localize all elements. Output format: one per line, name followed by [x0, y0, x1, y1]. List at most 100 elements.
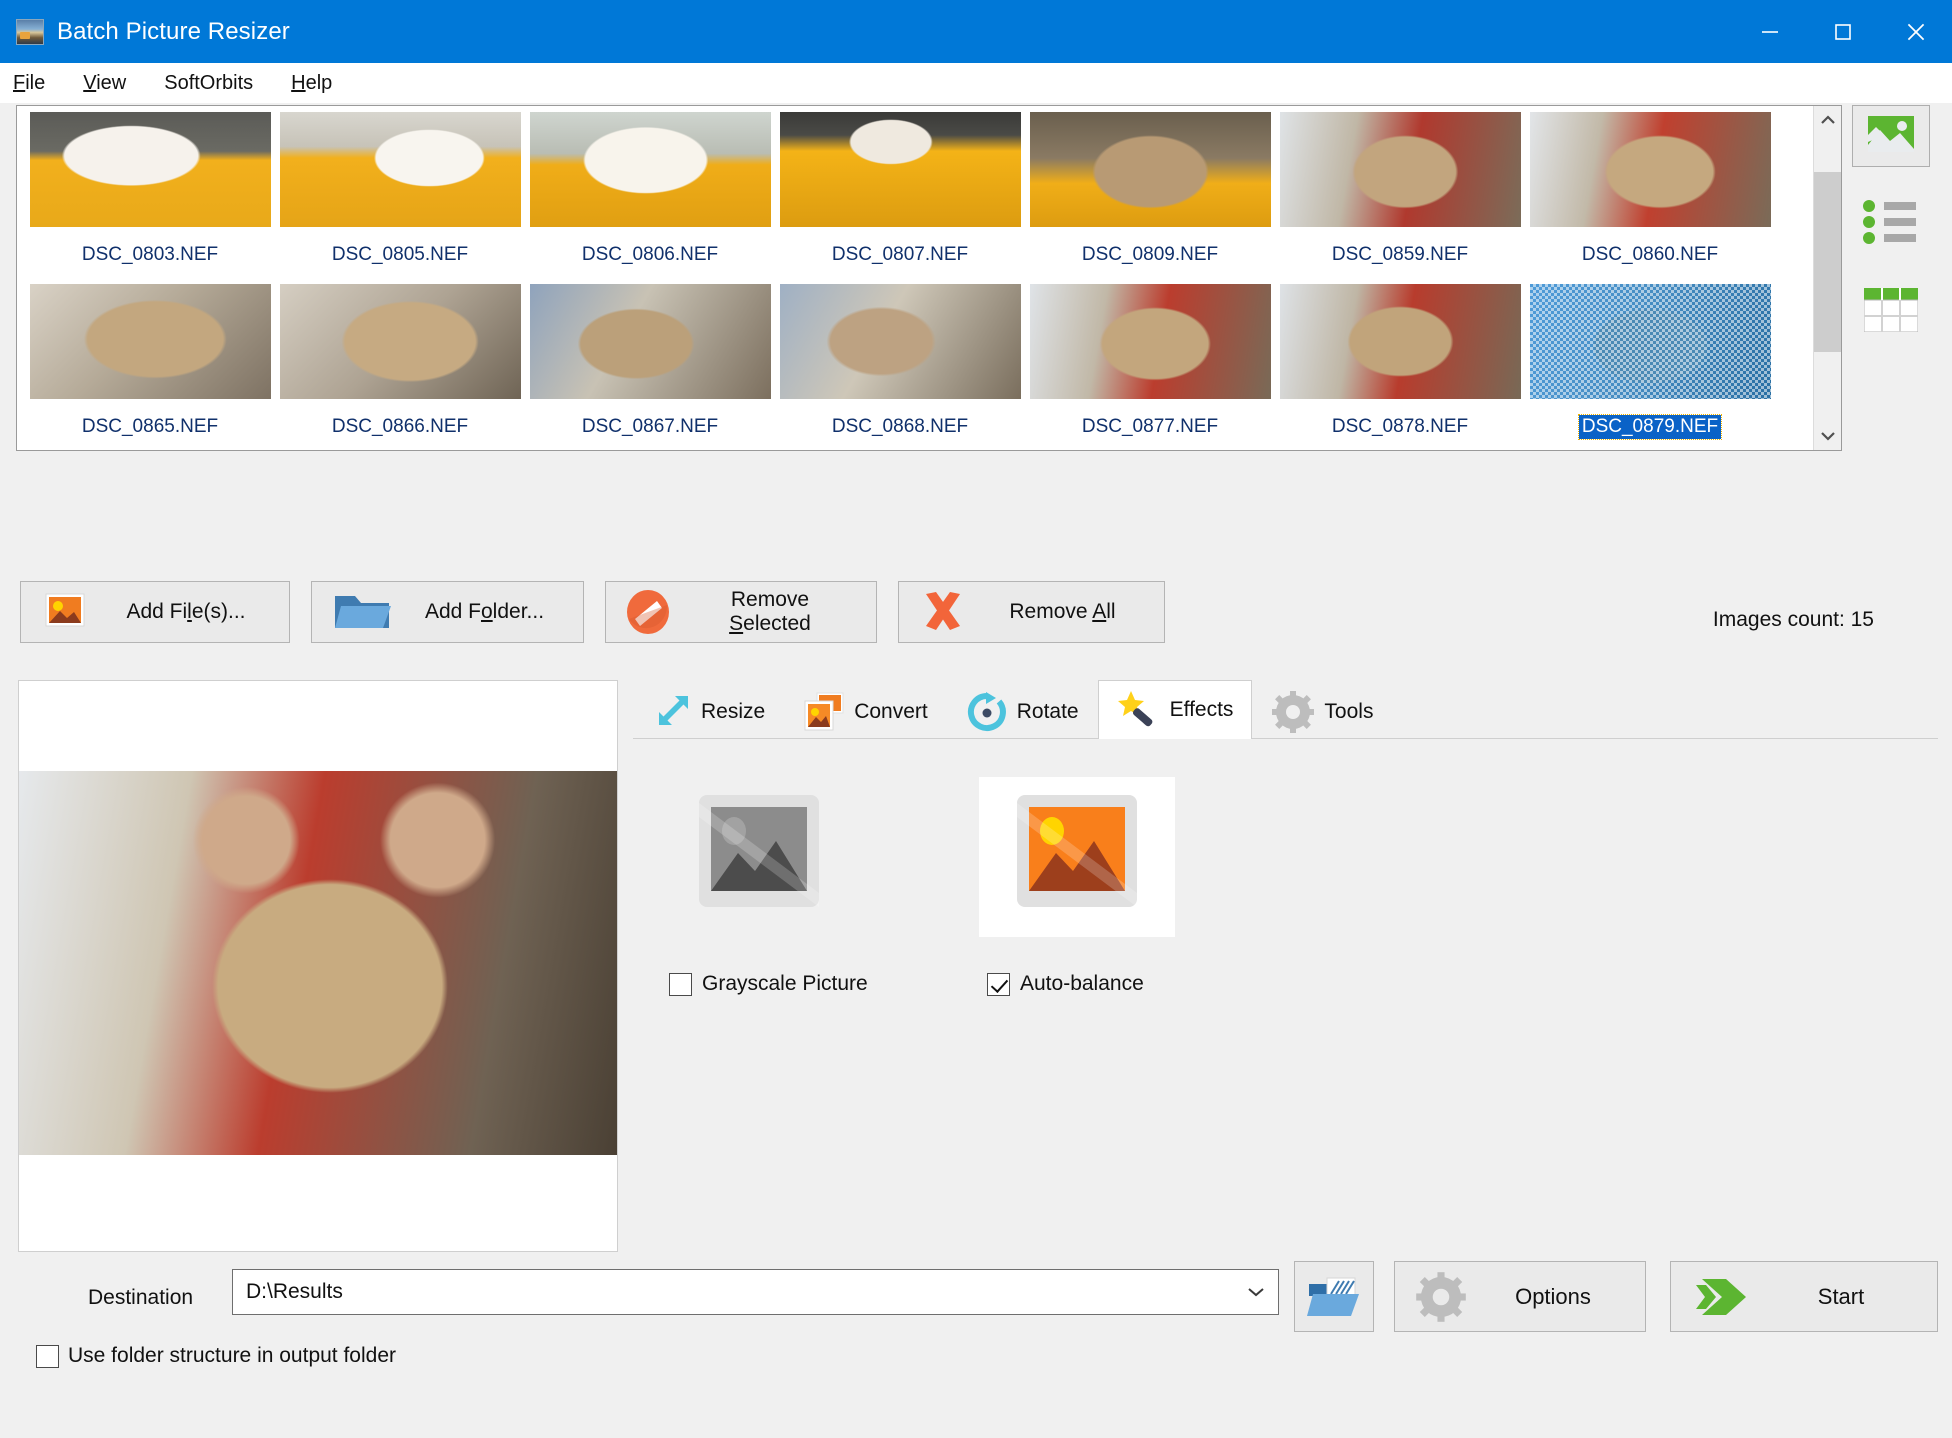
thumbnail-image	[779, 284, 1021, 399]
resize-arrows-icon	[652, 692, 692, 732]
thumbnail-image	[279, 284, 521, 399]
thumbnail-item[interactable]: DSC_0865.NEF	[25, 284, 275, 450]
file-actions-toolbar: Add File(s)... Add Folder... Remove Sele…	[20, 581, 1165, 643]
menu-view[interactable]: View	[83, 69, 144, 98]
thumbnail-image	[29, 284, 271, 399]
remove-all-button[interactable]: Remove All	[898, 581, 1165, 643]
scrollbar-track[interactable]	[1814, 134, 1841, 422]
magic-wand-icon	[1117, 689, 1161, 731]
thumbnail-item-selected[interactable]: DSC_0879.NEF	[1525, 284, 1775, 450]
grayscale-checkbox[interactable]	[669, 972, 692, 996]
thumbnail-list[interactable]: DSC_0803.NEF DSC_0805.NEF DSC_0806.NEF D…	[16, 105, 1842, 451]
list-view-button[interactable]	[1852, 193, 1930, 255]
thumbnail-image	[1529, 112, 1771, 227]
title-bar: Batch Picture Resizer	[0, 0, 1952, 63]
tab-tools[interactable]: Tools	[1252, 683, 1392, 739]
thumbnail-label: DSC_0860.NEF	[1581, 244, 1719, 265]
add-image-icon	[21, 592, 109, 632]
window-title: Batch Picture Resizer	[57, 17, 290, 45]
effect-grayscale[interactable]: Grayscale Picture	[661, 777, 868, 996]
gear-icon	[1395, 1271, 1487, 1322]
tab-resize[interactable]: Resize	[633, 683, 784, 739]
maximize-button[interactable]	[1806, 0, 1879, 63]
tab-convert[interactable]: Convert	[784, 683, 947, 739]
thumbnail-label: DSC_0806.NEF	[581, 244, 719, 265]
effects-tab-content: Grayscale Picture Auto-balance	[633, 738, 1938, 1252]
thumbnail-item[interactable]: DSC_0878.NEF	[1275, 284, 1525, 450]
start-label: Start	[1817, 1283, 1865, 1309]
chevron-down-icon[interactable]	[1234, 1286, 1278, 1298]
thumbnail-item[interactable]: DSC_0805.NEF	[275, 112, 525, 284]
settings-tab-panel: Resize Convert Rotate Effects Tools Gray…	[633, 680, 1938, 1252]
list-icon	[1862, 199, 1920, 250]
thumbnail-scrollbar[interactable]	[1813, 106, 1841, 450]
scrollbar-thumb[interactable]	[1814, 172, 1841, 352]
tab-rotate-label: Rotate	[1016, 699, 1079, 723]
scroll-down-button[interactable]	[1814, 422, 1841, 450]
thumbnail-label: DSC_0878.NEF	[1331, 416, 1469, 437]
options-button[interactable]: Options	[1394, 1261, 1646, 1332]
autobalance-label: Auto-balance	[1020, 972, 1144, 995]
details-view-button[interactable]	[1852, 281, 1930, 343]
close-button[interactable]	[1879, 0, 1952, 63]
destination-value[interactable]: D:\Results	[233, 1280, 1234, 1304]
scroll-up-button[interactable]	[1814, 106, 1841, 134]
thumbnail-image	[779, 112, 1021, 227]
menu-softorbits[interactable]: SoftOrbits	[164, 69, 271, 98]
grayscale-photo-icon	[691, 789, 827, 926]
add-folder-label: Add Folder...	[424, 600, 545, 623]
red-x-icon	[899, 589, 987, 635]
thumbnail-label: DSC_0805.NEF	[331, 244, 469, 265]
tab-tools-label: Tools	[1324, 699, 1374, 723]
destination-label: Destination	[88, 1286, 194, 1309]
start-button[interactable]: Start	[1670, 1261, 1938, 1332]
remove-all-label: Remove All	[1009, 600, 1116, 623]
thumbnail-image	[1529, 284, 1771, 399]
thumbnail-label: DSC_0859.NEF	[1331, 244, 1469, 265]
tab-rotate[interactable]: Rotate	[947, 683, 1098, 739]
autobalance-checkbox[interactable]	[987, 972, 1010, 996]
menu-help[interactable]: Help	[291, 69, 350, 98]
thumbnail-label: DSC_0807.NEF	[831, 244, 969, 265]
thumbnail-item[interactable]: DSC_0860.NEF	[1525, 112, 1775, 284]
color-photo-icon	[1009, 789, 1145, 926]
add-files-label: Add File(s)...	[126, 600, 246, 623]
use-folder-structure-label: Use folder structure in output folder	[68, 1344, 397, 1367]
remove-selected-button[interactable]: Remove Selected	[605, 581, 877, 643]
tab-effects[interactable]: Effects	[1097, 680, 1253, 739]
menu-file[interactable]: File	[13, 69, 63, 98]
options-label: Options	[1515, 1283, 1591, 1309]
thumbnail-label: DSC_0868.NEF	[831, 416, 969, 437]
add-files-button[interactable]: Add File(s)...	[20, 581, 290, 643]
tab-resize-label: Resize	[701, 699, 766, 723]
thumbnail-item[interactable]: DSC_0806.NEF	[525, 112, 775, 284]
thumbnail-image	[529, 112, 771, 227]
autobalance-preview-card[interactable]	[979, 777, 1175, 937]
remove-selected-label: Remove Selected	[729, 588, 811, 635]
preview-panel	[18, 680, 618, 1252]
green-arrow-icon	[1671, 1275, 1771, 1319]
minimize-button[interactable]	[1733, 0, 1806, 63]
grayscale-preview-card[interactable]	[661, 777, 857, 937]
thumbnail-item[interactable]: DSC_0877.NEF	[1025, 284, 1275, 450]
thumbnail-image	[529, 284, 771, 399]
thumbnail-item[interactable]: DSC_0807.NEF	[775, 112, 1025, 284]
thumbnail-item[interactable]: DSC_0859.NEF	[1275, 112, 1525, 284]
destination-combo[interactable]: D:\Results	[232, 1269, 1279, 1315]
gear-icon	[1271, 690, 1315, 733]
images-count-label: Images count: 15	[1712, 608, 1874, 631]
thumbnail-image	[1029, 112, 1271, 227]
thumbnail-view-button[interactable]	[1852, 105, 1930, 167]
browse-destination-button[interactable]	[1294, 1261, 1374, 1332]
thumbnail-item[interactable]: DSC_0868.NEF	[775, 284, 1025, 450]
thumbnail-item[interactable]: DSC_0867.NEF	[525, 284, 775, 450]
thumbnail-item[interactable]: DSC_0809.NEF	[1025, 112, 1275, 284]
use-folder-structure-row[interactable]: Use folder structure in output folder	[36, 1344, 396, 1368]
thumbnail-item[interactable]: DSC_0803.NEF	[25, 112, 275, 284]
add-folder-button[interactable]: Add Folder...	[311, 581, 584, 643]
thumbnail-item[interactable]: DSC_0866.NEF	[275, 284, 525, 450]
effect-autobalance[interactable]: Auto-balance	[979, 777, 1175, 996]
thumbnail-grid[interactable]: DSC_0803.NEF DSC_0805.NEF DSC_0806.NEF D…	[17, 106, 1813, 450]
tab-bar: Resize Convert Rotate Effects Tools	[633, 680, 1938, 739]
use-folder-structure-checkbox[interactable]	[36, 1344, 59, 1368]
